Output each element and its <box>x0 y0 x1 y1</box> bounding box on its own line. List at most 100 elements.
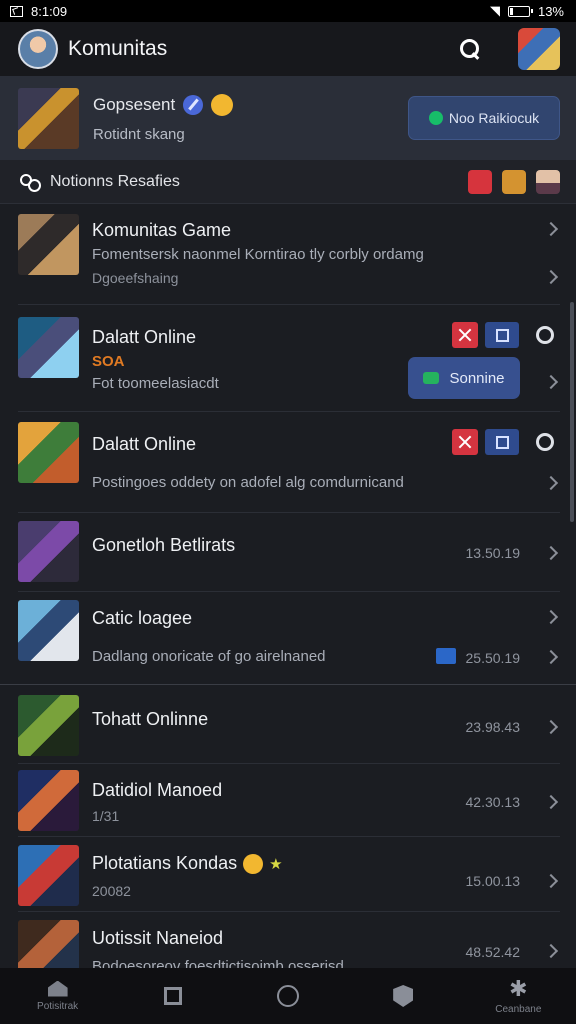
avatar[interactable] <box>18 29 58 69</box>
game-thumbnail <box>18 214 79 275</box>
square-icon <box>163 987 182 1005</box>
list-item[interactable]: Tohatt Onlinne 23.98.43 <box>0 685 576 764</box>
window-icon[interactable] <box>485 322 519 348</box>
nav-label: Ceanbane <box>495 1003 542 1015</box>
game-thumbnail <box>18 317 79 378</box>
list-item[interactable]: Datidiol Manoed 1/31 42.30.13 <box>0 764 576 837</box>
nav-square[interactable] <box>123 968 223 1024</box>
nav-label: Potisitrak <box>37 1000 79 1012</box>
list-item[interactable]: Dalatt Online Postingoes oddety on adofe… <box>0 412 576 513</box>
online-button-label: Sonnine <box>449 369 505 387</box>
list-item[interactable]: Catic loagee Dadlang onoricate of go air… <box>0 592 576 684</box>
item-title: Komunitas Game <box>92 220 232 240</box>
game-thumbnail <box>18 600 79 661</box>
game-thumbnail <box>18 521 79 582</box>
item-title: Catic loagee <box>92 608 193 628</box>
badge-gold-icon[interactable] <box>502 169 526 194</box>
flag-icon <box>436 648 456 664</box>
chevron-right-icon[interactable] <box>543 943 559 959</box>
chevron-right-icon[interactable] <box>543 269 559 285</box>
bottom-nav: Potisitrak ✱ Ceanbane <box>0 968 576 1024</box>
item-subtitle: Postingoes oddety on adofel alg comdurni… <box>92 474 404 491</box>
chevron-right-icon[interactable] <box>543 794 559 810</box>
featured-card[interactable]: Gopsesent Rotidnt skang Noo Raikiocuk <box>0 76 576 160</box>
featured-subtitle: Rotidnt skang <box>93 125 185 143</box>
page-title: Komunitas <box>68 37 168 60</box>
item-number: 23.98.43 <box>465 719 521 735</box>
item-title: Uotissit Naneiod <box>92 928 224 948</box>
game-thumbnail <box>18 695 79 756</box>
window-icon[interactable] <box>485 429 519 455</box>
item-title: Gonetloh Betlirats <box>92 535 236 555</box>
badge-portrait-icon[interactable] <box>536 169 560 194</box>
item-title: Dalatt Online <box>92 434 197 454</box>
wifi-icon: ◥ <box>489 3 500 18</box>
list-item[interactable]: Dalatt Online SOA Fot toomeelasiacdt Son… <box>0 305 576 412</box>
chevron-right-icon[interactable] <box>543 719 559 735</box>
battery-icon <box>507 5 533 17</box>
section-title: Notionns Resafies <box>50 172 180 190</box>
gear-icon[interactable] <box>536 433 554 451</box>
nav-home[interactable]: Potisitrak <box>8 968 108 1024</box>
status-bar: 8:1:09 ◥ 13% <box>0 0 576 22</box>
item-subtitle: Fomentsersk naonmel Korntirao tly corbly… <box>92 246 424 263</box>
item-title-text: Plotatians Kondas <box>92 853 238 873</box>
online-dot-icon <box>428 111 443 125</box>
badge-red-icon[interactable] <box>468 169 492 194</box>
star-icon: ★ <box>269 856 283 874</box>
app-bar: Komunitas <box>0 22 576 76</box>
item-meta: 20082 <box>92 883 131 899</box>
featured-thumbnail <box>18 87 79 149</box>
group-icon <box>20 173 41 192</box>
pen-icon <box>183 94 204 115</box>
section-header: Notionns Resafies <box>0 160 576 204</box>
item-number: 25.50.19 <box>465 650 521 666</box>
item-number: 15.00.13 <box>465 873 521 889</box>
status-time: 8:1:09 <box>31 3 68 19</box>
list-item[interactable]: Uotissit Naneiod Bodoesoreov foesdtictis… <box>0 912 576 972</box>
close-icon[interactable] <box>452 322 478 348</box>
notification-icon <box>10 5 23 17</box>
item-title: Plotatians Kondas ★ <box>92 853 283 875</box>
nav-circle[interactable] <box>238 968 338 1024</box>
featured-button-label: Noo Raikiocuk <box>448 110 540 126</box>
chevron-right-icon[interactable] <box>543 475 559 491</box>
chevron-right-icon[interactable] <box>543 649 559 665</box>
chevron-right-icon[interactable] <box>543 873 559 889</box>
item-meta: Dgoeefshaing <box>92 270 179 286</box>
nav-shield[interactable] <box>353 968 453 1024</box>
item-subtitle: Fot toomeelasiacdt <box>92 375 219 392</box>
circle-icon <box>276 985 299 1007</box>
home-icon <box>47 980 68 997</box>
online-button[interactable]: Sonnine <box>408 357 520 399</box>
nav-community[interactable]: ✱ Ceanbane <box>468 968 568 1024</box>
featured-action-button[interactable]: Noo Raikiocuk <box>408 96 560 140</box>
list-item[interactable]: Gonetloh Betlirats 13.50.19 <box>0 513 576 592</box>
item-tag: SOA <box>92 353 125 370</box>
smile-icon <box>243 854 264 875</box>
game-thumbnail <box>18 770 79 831</box>
close-icon[interactable] <box>452 429 478 455</box>
game-icon <box>423 372 440 384</box>
item-number: 13.50.19 <box>465 545 521 561</box>
list-item[interactable]: Komunitas Game Fomentsersk naonmel Kornt… <box>0 204 576 305</box>
game-thumbnail <box>18 422 79 483</box>
shield-icon <box>393 985 414 1007</box>
chevron-right-icon[interactable] <box>543 221 559 237</box>
profile-art-icon[interactable] <box>518 28 560 70</box>
game-thumbnail <box>18 920 79 972</box>
chevron-right-icon[interactable] <box>543 374 559 390</box>
item-subtitle: Dadlang onoricate of go airelnaned <box>92 648 326 665</box>
scrollbar[interactable] <box>570 302 574 522</box>
chevron-right-icon[interactable] <box>543 609 559 625</box>
game-thumbnail <box>18 845 79 906</box>
item-meta: 1/31 <box>92 808 120 824</box>
featured-title: Gopsesent <box>93 94 176 114</box>
spark-icon: ✱ <box>509 975 528 1001</box>
item-title: Datidiol Manoed <box>92 780 223 800</box>
chevron-right-icon[interactable] <box>543 545 559 561</box>
search-icon[interactable] <box>458 37 482 61</box>
list-item[interactable]: Plotatians Kondas ★ 20082 15.00.13 <box>0 837 576 912</box>
gear-icon[interactable] <box>536 326 554 344</box>
item-number: 48.52.42 <box>465 944 521 960</box>
